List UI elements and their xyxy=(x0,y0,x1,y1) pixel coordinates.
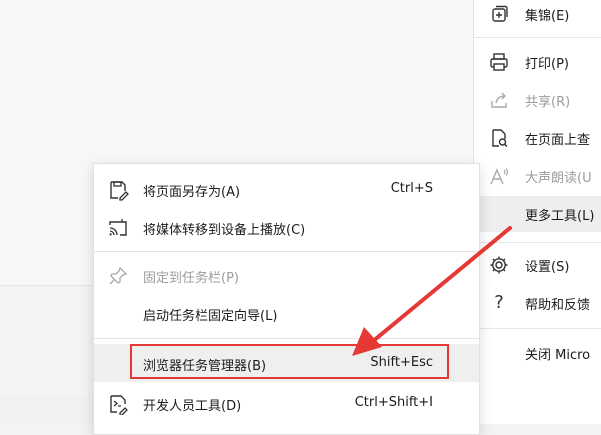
collections-icon xyxy=(488,3,510,25)
pin-icon xyxy=(107,265,129,287)
menu-item-share[interactable]: 共享(R) xyxy=(474,82,601,118)
submenu-separator xyxy=(94,251,479,252)
submenu-item-label: 固定到任务栏(P) xyxy=(143,271,239,286)
menu-item-label: 大声朗读(U xyxy=(525,171,592,186)
menu-item-close-edge[interactable]: 关闭 Micro xyxy=(474,335,601,371)
gear-icon xyxy=(488,254,510,276)
menu-item-read-aloud[interactable]: 大声朗读(U xyxy=(474,158,601,194)
menu-item-find-on-page[interactable]: 在页面上查 xyxy=(474,120,601,156)
menu-item-label: 共享(R) xyxy=(525,95,571,110)
submenu-item-cast-media[interactable]: 将媒体转移到设备上播放(C) xyxy=(94,208,479,246)
menu-item-label: 更多工具(L) xyxy=(525,209,595,224)
submenu-item-label: 将媒体转移到设备上播放(C) xyxy=(143,223,306,238)
save-page-icon xyxy=(107,179,129,201)
main-settings-menu: 集锦(E) 打印(P) 共享(R) 在页面上查 大声朗读(U 更多工具(L) 设… xyxy=(473,0,601,424)
menu-item-settings[interactable]: 设置(S) xyxy=(474,247,601,283)
menu-item-label: 在页面上查 xyxy=(525,133,591,148)
submenu-item-save-page-as[interactable]: 将页面另存为(A) Ctrl+S xyxy=(94,170,479,208)
find-on-page-icon xyxy=(488,127,510,149)
read-aloud-icon xyxy=(488,165,510,187)
submenu-item-developer-tools[interactable]: 开发人员工具(D) Ctrl+Shift+I xyxy=(94,384,479,422)
menu-separator xyxy=(474,328,601,329)
submenu-item-label: 开发人员工具(D) xyxy=(143,399,242,414)
menu-item-collections[interactable]: 集锦(E) xyxy=(474,0,601,32)
submenu-item-label: 将页面另存为(A) xyxy=(143,185,241,200)
printer-icon xyxy=(488,51,510,73)
menu-separator xyxy=(474,37,601,38)
submenu-item-shortcut: Ctrl+S xyxy=(390,181,433,196)
menu-item-help-feedback[interactable]: ? 帮助和反馈 xyxy=(474,285,601,321)
cast-icon xyxy=(107,217,129,239)
menu-item-label: 帮助和反馈 xyxy=(525,298,591,313)
submenu-item-browser-task-manager[interactable]: 浏览器任务管理器(B) Shift+Esc xyxy=(94,344,479,382)
menu-separator xyxy=(474,242,601,243)
submenu-item-shortcut: Shift+Esc xyxy=(370,355,433,370)
menu-item-label: 关闭 Micro xyxy=(525,348,591,363)
submenu-separator xyxy=(94,338,479,339)
menu-item-print[interactable]: 打印(P) xyxy=(474,44,601,80)
share-icon xyxy=(488,89,510,111)
menu-item-label: 打印(P) xyxy=(525,57,569,72)
more-tools-submenu: 将页面另存为(A) Ctrl+S 将媒体转移到设备上播放(C) 固定到任务栏(P… xyxy=(93,163,480,435)
help-icon: ? xyxy=(494,292,504,313)
submenu-item-taskbar-pin-wizard[interactable]: 启动任务栏固定向导(L) xyxy=(94,294,479,332)
developer-tools-icon xyxy=(107,393,129,415)
submenu-item-shortcut: Ctrl+Shift+I xyxy=(354,395,433,410)
submenu-item-label: 启动任务栏固定向导(L) xyxy=(143,309,278,324)
menu-item-more-tools[interactable]: 更多工具(L) xyxy=(474,196,601,232)
submenu-item-pin-to-taskbar[interactable]: 固定到任务栏(P) xyxy=(94,256,479,294)
menu-item-label: 集锦(E) xyxy=(525,9,570,24)
submenu-item-label: 浏览器任务管理器(B) xyxy=(143,359,267,374)
menu-item-label: 设置(S) xyxy=(525,260,570,275)
